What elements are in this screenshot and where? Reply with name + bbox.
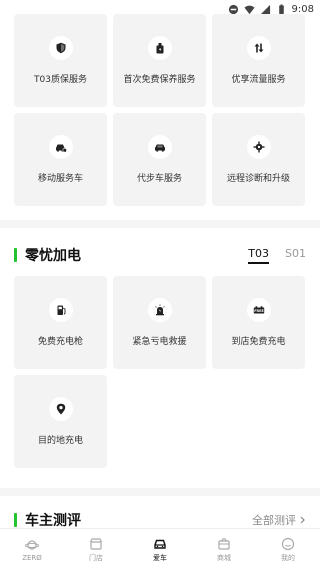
smile-icon (281, 537, 295, 550)
gear-target-icon (246, 135, 271, 159)
section-divider (0, 488, 320, 496)
charging-label: 目的地充电 (37, 436, 83, 446)
service-tile-replacement-car[interactable]: 代步车服务 (113, 113, 206, 206)
chevron-right-icon (300, 516, 305, 524)
service-tile-data-plan[interactable]: 优享流量服务 (212, 14, 305, 107)
service-tile-free-maintenance[interactable]: 首次免费保养服务 (113, 14, 206, 107)
shop-bag-icon (218, 537, 230, 550)
charging-tile-destination[interactable]: 目的地充电 (14, 375, 107, 468)
charging-section-title: 零忧加电 (25, 248, 81, 264)
nav-item-me[interactable]: 我的 (256, 537, 320, 563)
wifi-icon (243, 4, 255, 15)
service-label: 优享流量服务 (231, 75, 286, 85)
reviews-section-title: 车主测评 (25, 513, 81, 529)
see-all-label: 全部测评 (252, 514, 296, 527)
section-accent-bar (14, 513, 17, 527)
service-car-icon (48, 135, 73, 159)
charging-label: 到店免费充电 (231, 337, 286, 347)
service-label: 远程诊断和升级 (226, 174, 290, 184)
section-divider (0, 220, 320, 228)
oil-can-icon (147, 36, 172, 60)
section-accent-bar (14, 248, 17, 262)
services-grid: T03质保服务 首次免费保养服务 优享流量服务 移动服务车 代步车服务 远程诊断… (14, 14, 306, 206)
charger-icon (48, 298, 73, 322)
service-label: 首次免费保养服务 (123, 75, 196, 85)
store-icon (89, 537, 103, 550)
charging-section-header: 零忧加电 T03 S01 (14, 245, 306, 265)
service-label: 代步车服务 (136, 174, 182, 184)
nav-label: 商城 (217, 553, 231, 562)
location-pin-icon (48, 397, 73, 421)
shield-icon (48, 36, 73, 60)
minus-circle-icon (228, 4, 239, 15)
beacon-icon (147, 298, 172, 322)
updown-arrows-icon (246, 36, 271, 60)
charging-tile-emergency-rescue[interactable]: 紧急亏电救援 (113, 276, 206, 369)
nav-label: 门店 (89, 553, 103, 562)
nav-label: 我的 (281, 553, 295, 562)
charging-label: 免费充电枪 (37, 337, 83, 347)
charging-grid: 免费充电枪 紧急亏电救援 FREE 到店免费充电 目的地充电 (14, 276, 306, 468)
nav-label: 爱车 (153, 553, 167, 562)
service-label: T03质保服务 (34, 75, 87, 85)
car-front-icon (154, 539, 166, 549)
battery-icon (276, 3, 287, 15)
service-tile-warranty[interactable]: T03质保服务 (14, 14, 107, 107)
nav-item-my-car[interactable]: 爱车 (128, 537, 192, 563)
bottom-nav: ZERØ 门店 爱车 商城 我的 (0, 528, 320, 570)
see-all-reviews-link[interactable]: 全部测评 (252, 512, 306, 528)
reviews-section-header: 车主测评 全部测评 (14, 510, 306, 530)
model-tabs: T03 S01 (248, 247, 306, 264)
free-battery-icon: FREE (246, 298, 271, 322)
nav-item-zero[interactable]: ZERØ (0, 538, 64, 562)
signal-icon (260, 4, 271, 15)
service-label: 移动服务车 (37, 174, 83, 184)
tab-t03[interactable]: T03 (248, 247, 270, 264)
charging-tile-store-charging[interactable]: FREE 到店免费充电 (212, 276, 305, 369)
service-tile-mobile-service-car[interactable]: 移动服务车 (14, 113, 107, 206)
tab-s01[interactable]: S01 (285, 247, 306, 264)
charging-tile-free-charger[interactable]: 免费充电枪 (14, 276, 107, 369)
nav-item-store[interactable]: 门店 (64, 537, 128, 563)
planet-icon (25, 539, 39, 550)
nav-label: ZERØ (22, 553, 42, 562)
status-time: 9:08 (291, 3, 314, 15)
svg-text:FREE: FREE (254, 309, 264, 313)
service-tile-remote-diagnostics[interactable]: 远程诊断和升级 (212, 113, 305, 206)
car-icon (147, 135, 172, 159)
charging-label: 紧急亏电救援 (132, 337, 187, 347)
nav-item-mall[interactable]: 商城 (192, 537, 256, 563)
